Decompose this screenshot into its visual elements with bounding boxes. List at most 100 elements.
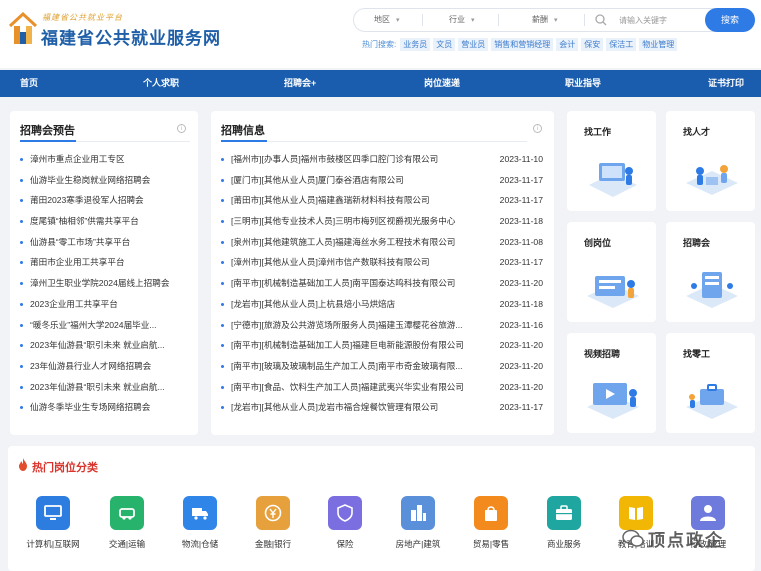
tile-find-talent[interactable]: 找人才 [666,111,755,211]
job-fair-preview-card: 招聘会预告 i 漳州市重点企业用工专区 仙游毕业生稳岗就业网络招聘会 莆田202… [10,111,198,435]
job-fair-illustration-icon [686,272,738,308]
hot-keyword[interactable]: 业务员 [400,38,431,51]
category-label: 计算机|互联网 [26,539,80,549]
nav-job-seeking[interactable]: 个人求职 [143,70,179,97]
list-item[interactable]: [三明市][其他专业技术人员]三明市梅列区视爵视光服务中心 2023-11-18 [221,211,543,232]
info-icon[interactable]: i [533,124,542,133]
list-item[interactable]: 2023年仙游县“职引未来 就业启航... [20,377,194,398]
list-item[interactable]: [南平市][玻璃及玻璃制品生产加工人员]南平市奇金玻璃有限... 2023-11-… [221,356,543,377]
computer-icon [36,496,70,530]
hot-keyword[interactable]: 保洁工 [606,38,637,51]
section-title: 热门岗位分类 [32,462,98,474]
bullet [221,261,224,265]
watermark-text: 顶点政企 [648,531,724,550]
list-item[interactable]: 度尾镇“柚相邻”供需共享平台 [20,211,194,232]
list-item[interactable]: 2023年仙游县“职引未来 就业启航... [20,335,194,356]
tile-job-fair[interactable]: 招聘会 [666,222,755,322]
yen-icon [256,496,290,530]
list-item[interactable]: [龙岩市][其他从业人员]上杭县焙小马烘焙店 2023-11-18 [221,294,543,315]
job-info-card: 招聘信息 i [福州市][办事人员]福州市鼓楼区四季口腔门诊有限公司 2023-1… [211,111,554,435]
nav-home[interactable]: 首页 [20,70,38,97]
hot-keyword[interactable]: 保安 [581,38,604,51]
list-item[interactable]: [南平市][食品、饮料生产加工人员]福建武夷兴华实业有限公司 2023-11-20 [221,377,543,398]
nav-certificate-print[interactable]: 证书打印 [708,70,744,97]
salary-select[interactable]: 薪酬 ▾ [532,9,558,31]
hot-search: 热门搜索: 业务员 文员 营业员 销售和营销经理 会计 保安 保洁工 物业管理 [362,38,680,52]
nav-job-express[interactable]: 岗位速递 [424,70,460,97]
hot-keyword[interactable]: 销售和营销经理 [491,38,554,51]
list-item[interactable]: [南平市][机械制造基础加工人员]南平国泰达鸣科技有限公司 2023-11-20 [221,273,543,294]
list-item[interactable]: [厦门市][其他从业人员]厦门泰谷酒店有限公司 2023-11-17 [221,170,543,191]
category-insurance[interactable]: 保险 [309,496,381,556]
list-item[interactable]: 23年仙游县行业人才网络招聘会 [20,356,194,377]
tile-label: 招聘会 [683,238,711,248]
tile-label: 视频招聘 [584,349,621,359]
list-item[interactable]: 仙游县“零工市场”共享平台 [20,232,194,253]
search-input[interactable] [619,12,701,28]
hot-keyword[interactable]: 物业管理 [639,38,678,51]
tile-video-recruit[interactable]: 视频招聘 [567,333,656,433]
bullet [20,240,23,244]
list-item[interactable]: [福州市][办事人员]福州市鼓楼区四季口腔门诊有限公司 2023-11-10 [221,149,543,170]
truck-icon [183,496,217,530]
bullet [20,282,23,286]
tile-label: 创岗位 [584,238,612,248]
hot-keyword[interactable]: 会计 [556,38,579,51]
list-item[interactable]: 2023企业用工共享平台 [20,294,194,315]
search-bar: 地区 ▾ 行业 ▾ 薪酬 ▾ [353,8,755,32]
list-item[interactable]: [龙岩市][其他从业人员]龙岩市福合煌餐饮管理有限公司 2023-11-17 [221,397,543,418]
search-icon [595,14,607,26]
tile-create-post[interactable]: 创岗位 [567,222,656,322]
tile-label: 找工作 [584,127,612,137]
bullet [20,178,23,182]
logo-title: 福建省公共就业服务网 [41,29,221,48]
wechat-icon [622,529,644,547]
hot-keyword[interactable]: 营业员 [458,38,489,51]
job-info-list: [福州市][办事人员]福州市鼓楼区四季口腔门诊有限公司 2023-11-10 [厦… [221,149,543,418]
nav-job-fair[interactable]: 招聘会+ [284,70,316,97]
category-business[interactable]: 商业服务 [528,496,600,556]
bullet [20,220,23,224]
logo-subtitle: 福建省公共就业平台 [42,13,123,22]
region-select[interactable]: 地区 ▾ [374,9,400,31]
list-item[interactable]: “暖冬乐业”福州大学2024届毕业... [20,315,194,336]
bullet [221,158,224,161]
shield-icon [328,496,362,530]
list-item[interactable]: [宁德市][旅游及公共游览场所服务人员]福建玉潭樱花谷旅游... 2023-11-… [221,315,543,336]
bullet [20,158,23,161]
nav-career-guidance[interactable]: 职业指导 [565,70,601,97]
list-item[interactable]: 漳州市重点企业用工专区 [20,149,194,170]
info-icon[interactable]: i [177,124,186,133]
category-computer[interactable]: 计算机|互联网 [17,496,89,556]
bullet [20,385,23,389]
list-item[interactable]: 莆田市企业用工共享平台 [20,252,194,273]
category-logistics[interactable]: 物流|仓储 [164,496,236,556]
list-item[interactable]: [莆田市][其他从业人员]福建鑫瑞新材料科技有限公司 2023-11-17 [221,190,543,211]
hot-keyword[interactable]: 文员 [433,38,456,51]
chevron-down-icon: ▾ [471,17,475,24]
job-fair-list: 漳州市重点企业用工专区 仙游毕业生稳岗就业网络招聘会 莆田2023寒季退役军人招… [20,149,194,418]
category-transport[interactable]: 交通|运输 [91,496,163,556]
bullet [221,178,224,182]
site-logo[interactable]: 福建省公共就业平台 福建省公共就业服务网 [8,10,220,50]
list-item[interactable]: [泉州市][其他建筑施工人员]福建海丝水务工程技术有限公司 2023-11-08 [221,232,543,253]
bullet [221,364,224,368]
list-item[interactable]: 仙游冬季毕业生专场网络招聘会 [20,397,194,418]
card-title: 招聘会预告 [20,125,75,137]
bullet [20,199,23,203]
tile-find-gig[interactable]: 找零工 [666,333,755,433]
tile-find-job[interactable]: 找工作 [567,111,656,211]
bullet [20,364,23,368]
list-item[interactable]: 莆田2023寒季退役军人招聘会 [20,190,194,211]
list-item[interactable]: [漳州市][其他从业人员]漳州市信产数联科技有限公司 2023-11-17 [221,252,543,273]
list-item[interactable]: [南平市][机械制造基础加工人员]福建巨电新能源股份有限公司 2023-11-20 [221,335,543,356]
bullet [221,220,224,224]
list-item[interactable]: 漳州卫生职业学院2024届线上招聘会 [20,273,194,294]
category-trade[interactable]: 贸易|零售 [455,496,527,556]
bullet [221,344,224,348]
category-finance[interactable]: 金融|银行 [237,496,309,556]
search-button[interactable]: 搜索 [705,8,755,32]
category-realestate[interactable]: 房地产|建筑 [382,496,454,556]
list-item[interactable]: 仙游毕业生稳岗就业网络招聘会 [20,170,194,191]
industry-select[interactable]: 行业 ▾ [449,9,475,31]
